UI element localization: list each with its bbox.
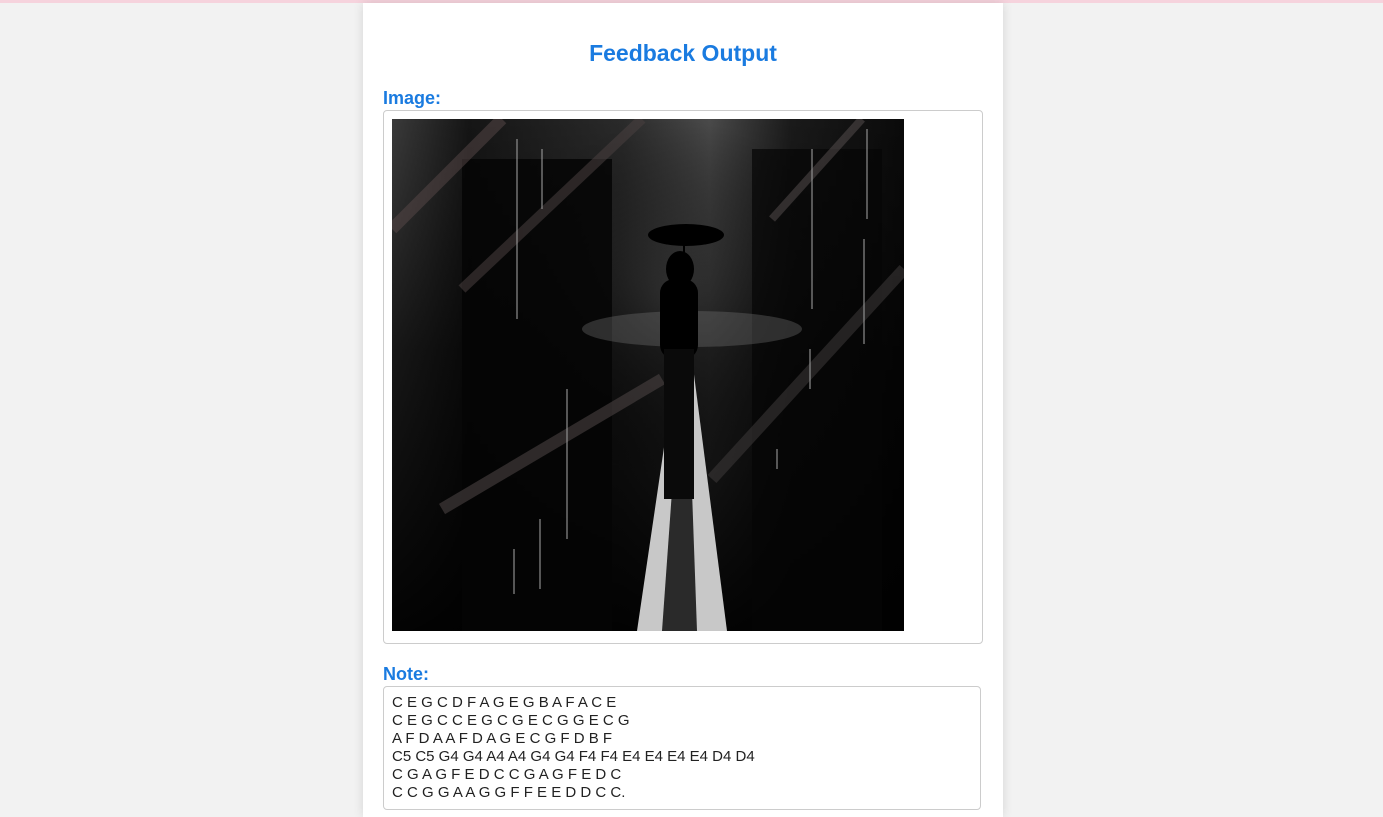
note-line: A F D A A F D A G E C G F D B F bbox=[392, 730, 613, 747]
note-line: C5 C5 G4 G4 A4 A4 G4 G4 F4 F4 E4 E4 E4 E… bbox=[392, 748, 755, 765]
note-label: Note: bbox=[383, 664, 429, 684]
output-image bbox=[392, 119, 904, 631]
image-label: Image: bbox=[383, 88, 442, 108]
note-line: C E G C D F A G E G B A F A C E bbox=[392, 694, 617, 711]
feedback-panel: Feedback Output Image: Note: C E G C D F… bbox=[363, 3, 1003, 817]
note-line: C G A G F E D C C G A G F E D C bbox=[392, 766, 622, 783]
note-line: C C G G A A G G F F E E D D C C. bbox=[392, 784, 626, 801]
page-title: Feedback Output bbox=[589, 40, 777, 66]
image-frame bbox=[383, 110, 983, 644]
note-line: C E G C C E G C G E C G G E C G bbox=[392, 712, 630, 729]
note-output: C E G C D F A G E G B A F A C E C E G C … bbox=[383, 686, 981, 810]
